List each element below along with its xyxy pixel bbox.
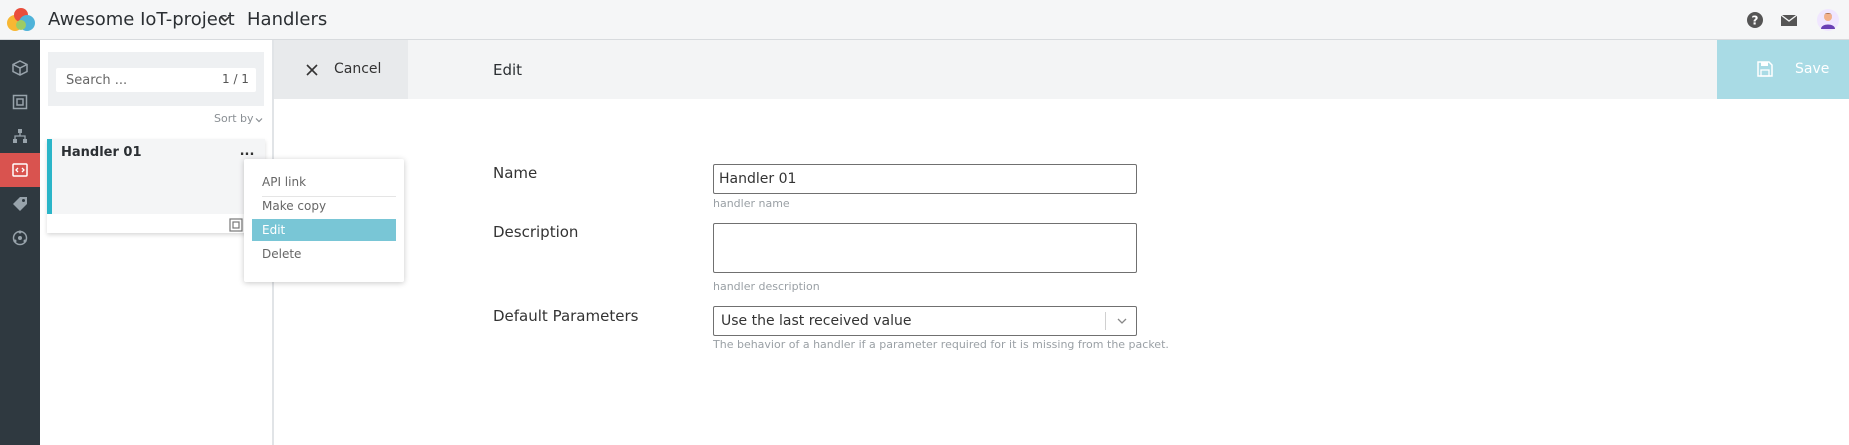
list-item[interactable]: Handler 01 ... bbox=[47, 139, 265, 233]
rail-item-handlers[interactable] bbox=[0, 153, 40, 187]
help-icon[interactable]: ? bbox=[1745, 10, 1765, 30]
menu-item-make-copy[interactable]: Make copy bbox=[252, 195, 396, 217]
save-label: Save bbox=[1795, 61, 1830, 77]
device-icon bbox=[12, 94, 28, 110]
description-label: Description bbox=[493, 223, 579, 241]
rail-item-tags[interactable] bbox=[0, 187, 40, 221]
default-parameters-label: Default Parameters bbox=[493, 307, 639, 325]
action-bar: Cancel Edit Save bbox=[274, 40, 1849, 99]
cancel-label: Cancel bbox=[334, 61, 382, 77]
save-icon bbox=[1757, 61, 1773, 77]
cube-icon bbox=[12, 60, 28, 76]
hierarchy-icon bbox=[13, 129, 27, 143]
page-title: Handlers bbox=[247, 9, 328, 30]
code-icon bbox=[12, 163, 28, 177]
network-icon bbox=[12, 230, 28, 246]
description-hint: handler description bbox=[713, 280, 820, 293]
project-name[interactable]: Awesome IoT-project bbox=[48, 9, 235, 30]
default-parameters-select[interactable]: Use the last received value bbox=[713, 306, 1137, 336]
close-icon bbox=[306, 64, 318, 76]
nav-rail bbox=[0, 40, 40, 445]
rail-item-devices[interactable] bbox=[0, 85, 40, 119]
rail-item-objects[interactable] bbox=[0, 51, 40, 85]
default-parameters-value: Use the last received value bbox=[721, 313, 912, 329]
name-hint: handler name bbox=[713, 197, 790, 210]
svg-text:?: ? bbox=[1752, 14, 1759, 28]
name-field[interactable] bbox=[713, 164, 1137, 194]
app-logo-icon[interactable] bbox=[6, 6, 36, 34]
menu-item-delete[interactable]: Delete bbox=[252, 243, 396, 265]
mail-icon[interactable] bbox=[1779, 10, 1799, 30]
chevron-down-icon[interactable] bbox=[218, 12, 232, 26]
rail-item-network[interactable] bbox=[0, 221, 40, 255]
description-field[interactable] bbox=[713, 223, 1137, 273]
cancel-button[interactable]: Cancel bbox=[274, 40, 408, 99]
menu-item-edit[interactable]: Edit bbox=[252, 219, 396, 241]
select-divider bbox=[1105, 312, 1106, 330]
default-parameters-hint: The behavior of a handler if a parameter… bbox=[713, 338, 1169, 351]
search-result-count: 1 / 1 bbox=[222, 72, 249, 86]
chevron-down-icon[interactable] bbox=[1116, 315, 1128, 327]
name-label: Name bbox=[493, 164, 538, 182]
chevron-down-icon[interactable] bbox=[254, 115, 264, 125]
handlers-list-pane: 1 / 1 Sort by Handler 01 ... bbox=[40, 40, 274, 445]
tag-icon bbox=[13, 197, 27, 211]
context-menu: API link Make copy Edit Delete bbox=[244, 159, 404, 282]
sort-by-button[interactable]: Sort by bbox=[214, 112, 254, 125]
rail-item-structure[interactable] bbox=[0, 119, 40, 153]
more-options-button[interactable]: ... bbox=[237, 143, 257, 159]
form-title: Edit bbox=[493, 61, 523, 79]
top-bar: Awesome IoT-project Handlers ? bbox=[0, 0, 1849, 40]
handler-name: Handler 01 bbox=[61, 145, 142, 160]
menu-item-api-link[interactable]: API link bbox=[252, 171, 396, 193]
user-avatar-icon[interactable] bbox=[1816, 8, 1840, 32]
device-icon[interactable] bbox=[229, 218, 243, 232]
save-button[interactable]: Save bbox=[1717, 40, 1849, 99]
